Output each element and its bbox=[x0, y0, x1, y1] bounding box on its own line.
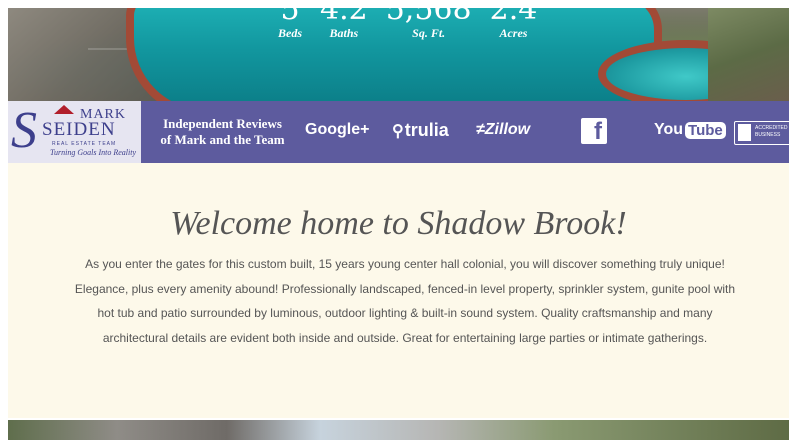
welcome-title: Welcome home to Shadow Brook! bbox=[170, 205, 627, 242]
stat-label: Sq. Ft. bbox=[412, 26, 446, 40]
stat-label: Beds bbox=[278, 26, 302, 40]
welcome-section: Welcome home to Shadow Brook! As you ent… bbox=[8, 163, 789, 418]
facebook-link[interactable]: f bbox=[581, 118, 607, 145]
logo-s-mark: S bbox=[11, 102, 37, 159]
house-icon bbox=[54, 105, 74, 114]
bbb-label: ACCREDITED BUSINESS bbox=[755, 125, 788, 138]
zillow-label: Zillow bbox=[484, 121, 531, 138]
google-plus-link[interactable]: Google+ bbox=[305, 121, 369, 139]
logo-team: REAL ESTATE TEAM bbox=[52, 141, 117, 147]
zillow-z-icon: ≠ bbox=[476, 121, 485, 138]
trees bbox=[708, 8, 789, 101]
logo-tagline: Turning Goals Into Reality bbox=[50, 148, 136, 157]
trulia-pin-icon: ⚲ bbox=[392, 123, 404, 140]
property-stats: 5 Beds 4.2 Baths 5,568 Sq. Ft. 2.4 Acres bbox=[278, 8, 555, 41]
stat-value: 5 bbox=[280, 8, 300, 27]
welcome-description: As you enter the gates for this custom b… bbox=[74, 257, 736, 345]
house-exterior-photo bbox=[8, 420, 789, 440]
mark-seiden-logo[interactable]: S MARK SEIDEN REAL ESTATE TEAM Turning G… bbox=[8, 101, 141, 163]
trulia-link[interactable]: ⚲trulia bbox=[392, 120, 449, 141]
reviews-heading: Independent Reviews of Mark and the Team bbox=[160, 116, 285, 147]
hero-pool-photo: 5 Beds 4.2 Baths 5,568 Sq. Ft. 2.4 Acres bbox=[8, 8, 789, 101]
stat-beds: 5 Beds bbox=[278, 8, 302, 41]
stat-acres: 2.4 Acres bbox=[490, 8, 538, 41]
youtube-link[interactable]: You Tube bbox=[654, 121, 726, 139]
stat-baths: 4.2 Baths bbox=[320, 8, 368, 41]
stat-value: 5,568 bbox=[385, 8, 472, 27]
stat-value: 4.2 bbox=[320, 8, 368, 27]
bbb-accredited-link[interactable]: ACCREDITED BUSINESS bbox=[734, 121, 789, 145]
facebook-icon: f bbox=[594, 118, 602, 145]
logo-last-name: SEIDEN bbox=[42, 119, 116, 140]
stat-label: Acres bbox=[499, 26, 528, 40]
trulia-label: trulia bbox=[404, 120, 449, 140]
youtube-tube: Tube bbox=[685, 121, 726, 139]
stat-sqft: 5,568 Sq. Ft. bbox=[386, 8, 472, 41]
zillow-link[interactable]: ≠Zillow bbox=[476, 121, 530, 139]
bbb-seal-icon bbox=[738, 124, 751, 141]
stat-label: Baths bbox=[329, 26, 359, 40]
youtube-you: You bbox=[654, 121, 684, 138]
stat-value: 2.4 bbox=[489, 8, 538, 27]
review-bar: S MARK SEIDEN REAL ESTATE TEAM Turning G… bbox=[8, 101, 789, 163]
page: 5 Beds 4.2 Baths 5,568 Sq. Ft. 2.4 Acres… bbox=[8, 8, 789, 440]
